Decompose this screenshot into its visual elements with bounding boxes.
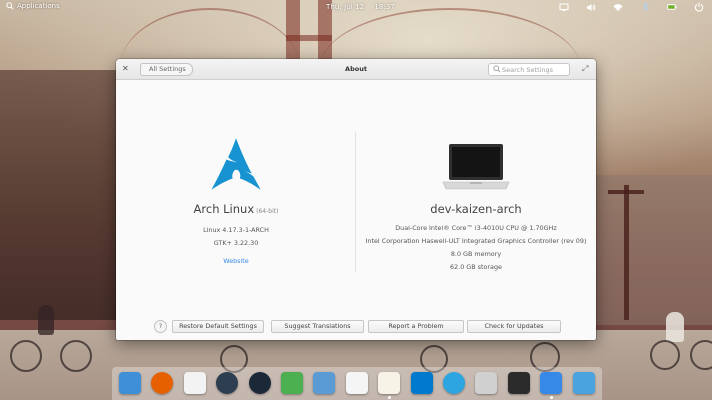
- maximize-icon[interactable]: ⤢: [582, 64, 588, 74]
- indicator-area: [559, 2, 704, 12]
- search-icon: [493, 65, 501, 73]
- check-updates-button[interactable]: Check for Updates: [467, 320, 561, 333]
- desktop-icon[interactable]: [572, 372, 595, 394]
- game-icon[interactable]: [281, 372, 303, 394]
- date-time-indicator[interactable]: Thu, Jul 12 18:37: [326, 3, 395, 11]
- graphics-info: Intel Corporation Haswell-ULT Integrated…: [365, 237, 587, 245]
- search-icon: [6, 2, 14, 10]
- code-icon[interactable]: [378, 372, 401, 394]
- hardware-info-panel: dev-kaizen-arch Dual-Core Intel® Core™ i…: [356, 80, 596, 310]
- website-link-container: Website: [116, 257, 356, 265]
- bluetooth-icon[interactable]: [640, 2, 650, 12]
- battery-icon[interactable]: [667, 2, 677, 12]
- time-label: 18:37: [374, 3, 395, 11]
- title-bar: ✕ All Settings About ⤢: [116, 59, 596, 80]
- top-panel: Applications Thu, Jul 12 18:37: [0, 0, 712, 16]
- running-indicator: [549, 396, 553, 399]
- bridge-crossbar: [286, 35, 332, 41]
- os-name-text: Arch Linux: [193, 202, 255, 216]
- applications-menu[interactable]: Applications: [6, 2, 60, 10]
- power-icon[interactable]: [694, 2, 704, 12]
- terminal-icon[interactable]: [507, 372, 530, 394]
- utility-pole: [624, 185, 629, 320]
- hostname: dev-kaizen-arch: [430, 202, 522, 216]
- bicycle-wheel: [690, 340, 712, 370]
- date-label: Thu, Jul 12: [326, 3, 365, 11]
- os-info-panel: Arch Linux (64-bit) Linux 4.17.3-1-ARCH G…: [116, 80, 356, 310]
- text-editor-icon[interactable]: [345, 372, 368, 394]
- restore-defaults-button[interactable]: Restore Default Settings: [172, 320, 264, 333]
- display-icon[interactable]: [559, 2, 569, 12]
- bicycle-wheel: [10, 340, 42, 372]
- running-indicator: [387, 396, 391, 399]
- steam-icon[interactable]: [248, 372, 271, 394]
- storage-info: 62.0 GB storage: [450, 263, 502, 271]
- cyclist: [38, 305, 54, 335]
- bicycle-wheel: [650, 340, 680, 370]
- bicycle-wheel: [60, 340, 92, 372]
- arch-linux-logo-icon: [211, 138, 261, 190]
- suggest-translations-button[interactable]: Suggest Translations: [271, 320, 364, 333]
- fort-structure: [0, 70, 130, 320]
- os-name: Arch Linux (64-bit): [116, 202, 356, 216]
- files-icon[interactable]: [475, 372, 498, 394]
- photos-icon[interactable]: [313, 372, 336, 394]
- vscode-icon[interactable]: [410, 372, 433, 394]
- os-arch: (64-bit): [256, 208, 279, 215]
- laptop-icon: [442, 144, 510, 190]
- about-window: ✕ All Settings About ⤢ Arch Linux(64-bit…: [116, 59, 596, 340]
- cyclist: [666, 312, 684, 342]
- memory-info: 8.0 GB memory: [450, 250, 502, 258]
- cpu-info: Dual-Core Intel® Core™ i3-4010U CPU @ 1.…: [395, 224, 557, 232]
- website-link[interactable]: Website: [223, 257, 248, 265]
- volume-icon[interactable]: [586, 2, 596, 12]
- applications-label: Applications: [17, 2, 60, 10]
- calendar-icon[interactable]: [183, 372, 206, 394]
- help-button[interactable]: ?: [154, 320, 167, 333]
- search-field[interactable]: [488, 63, 570, 76]
- switchboard-icon[interactable]: [540, 372, 563, 394]
- wifi-icon[interactable]: [613, 2, 623, 12]
- about-content: Arch Linux (64-bit) Linux 4.17.3-1-ARCH G…: [116, 80, 596, 310]
- multitasking-view-icon[interactable]: [119, 372, 141, 394]
- action-bar: ? Restore Default Settings Suggest Trans…: [116, 317, 596, 337]
- gtk-version: GTK+ 3.22.30: [213, 239, 259, 247]
- search-input[interactable]: [502, 64, 568, 75]
- report-problem-button[interactable]: Report a Problem: [368, 320, 464, 333]
- telegram-icon[interactable]: [443, 372, 465, 394]
- kernel-version: Linux 4.17.3-1-ARCH: [203, 226, 269, 234]
